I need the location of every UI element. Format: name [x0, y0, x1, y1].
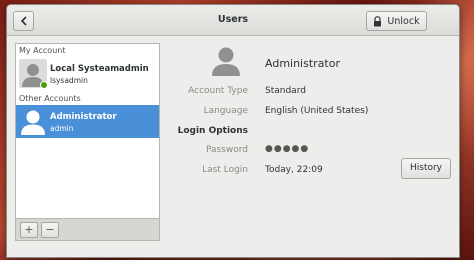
user-full-name[interactable]: Administrator	[265, 57, 340, 70]
account-type-value[interactable]: Standard	[265, 86, 306, 96]
users-window: Users Unlock My Account Local Systeamadm…	[6, 4, 460, 258]
lock-icon	[374, 15, 382, 26]
headerbar: Users Unlock	[7, 5, 459, 36]
language-label: Language	[203, 106, 248, 116]
last-login-value: Today, 22:09	[265, 165, 323, 175]
account-name: Local Systeamadmin	[50, 64, 149, 74]
language-value[interactable]: English (United States)	[265, 106, 368, 116]
sidebar-toolbar: + −	[16, 218, 159, 240]
password-value[interactable]: ●●●●●	[265, 144, 309, 154]
last-login-label: Last Login	[202, 165, 248, 175]
add-user-button[interactable]: +	[20, 222, 38, 238]
user-avatar-icon	[212, 47, 240, 76]
account-login: lsysadmin	[50, 76, 88, 85]
password-label: Password	[205, 145, 248, 155]
my-account-label: My Account	[19, 46, 66, 55]
unlock-label: Unlock	[387, 15, 420, 27]
remove-user-button[interactable]: −	[41, 222, 59, 238]
account-type-label: Account Type	[188, 86, 248, 96]
login-options-heading: Login Options	[177, 126, 248, 136]
accounts-sidebar: My Account Local Systeamadmin lsysadmin …	[15, 43, 160, 241]
history-button[interactable]: History	[401, 158, 451, 179]
unlock-button[interactable]: Unlock	[366, 11, 427, 31]
